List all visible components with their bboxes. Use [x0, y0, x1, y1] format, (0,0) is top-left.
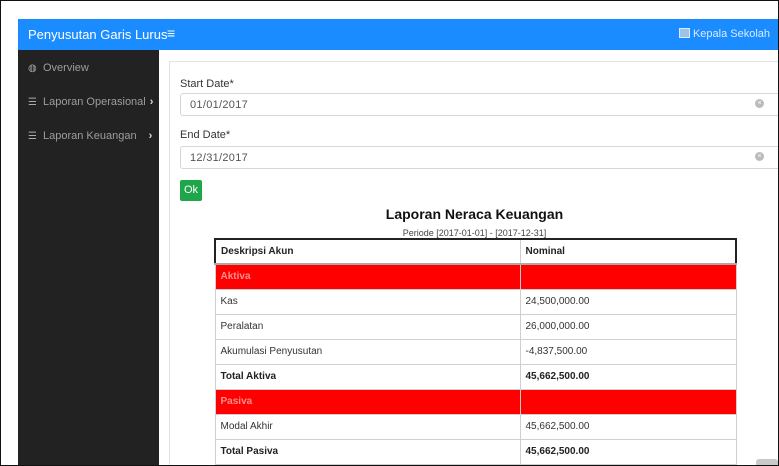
column-header-deskripsi: Deskripsi Akun [214, 238, 521, 265]
table-header-row: Deskripsi Akun Nominal [214, 238, 737, 265]
sidebar: ◍ Overview ☰ Laporan Operasional › ☰ Laporan… [18, 50, 159, 465]
report-title: Laporan Neraca Keuangan [385, 206, 564, 222]
start-date-label: Start Date* [180, 78, 234, 90]
top-navbar: Penyusutan Garis Lurus ≡ Kepala Sekolah [18, 19, 778, 50]
user-name: Kepala Sekolah [692, 28, 770, 40]
scroll-to-top-handle[interactable] [756, 459, 778, 465]
account-amount: 24,500,000.00 [519, 288, 737, 315]
account-name: Modal Akhir [214, 413, 521, 440]
table-row: Peralatan 26,000,000.00 [214, 313, 737, 340]
dashboard-icon: ◍ [28, 63, 37, 74]
ok-button[interactable]: Ok [180, 180, 202, 201]
section-label: Pasiva [214, 388, 521, 415]
column-header-nominal: Nominal [519, 238, 737, 265]
start-date-input[interactable]: 01/01/2017 × [180, 93, 778, 116]
section-value [519, 388, 737, 415]
clear-start-date-icon[interactable]: × [755, 99, 764, 108]
chevron-right-icon: › [149, 96, 154, 108]
sidebar-item-label: Overview [43, 62, 89, 74]
total-amount: 45,662,500.00 [519, 363, 737, 390]
account-amount: 26,000,000.00 [519, 313, 737, 340]
report-period: Periode [2017-01-01] - [2017-12-31] [402, 228, 547, 238]
app-window: Penyusutan Garis Lurus ≡ Kepala Sekolah … [0, 0, 779, 466]
total-label: Total Pasiva [214, 438, 521, 465]
total-row-aktiva: Total Aktiva 45,662,500.00 [214, 363, 737, 390]
total-amount: 45,662,500.00 [519, 438, 737, 465]
account-amount: -4,837,500.00 [519, 338, 737, 365]
account-name: Akumulasi Penyusutan [214, 338, 521, 365]
menu-toggle-icon[interactable]: ≡ [167, 25, 175, 41]
table-row: Kas 24,500,000.00 [214, 288, 737, 315]
clear-end-date-icon[interactable]: × [755, 152, 764, 161]
account-name: Peralatan [214, 313, 521, 340]
section-row-pasiva: Pasiva [214, 388, 737, 415]
list-icon: ☰ [28, 97, 37, 108]
sidebar-item-label: Laporan Operasional [43, 96, 146, 108]
app-brand[interactable]: Penyusutan Garis Lurus [28, 27, 167, 42]
list-icon: ☰ [28, 131, 37, 142]
sidebar-item-laporan-keuangan[interactable]: ☰ Laporan Keuangan › [28, 130, 152, 142]
sidebar-item-label: Laporan Keuangan [43, 130, 137, 142]
user-menu[interactable]: Kepala Sekolah [678, 28, 770, 40]
account-amount: 45,662,500.00 [519, 413, 737, 440]
section-row-aktiva: Aktiva [214, 263, 737, 290]
section-label: Aktiva [214, 263, 521, 290]
balance-sheet-table: Deskripsi Akun Nominal Aktiva Kas 24,500… [214, 238, 737, 465]
total-row-pasiva: Total Pasiva 45,662,500.00 [214, 438, 737, 465]
table-row: Akumulasi Penyusutan -4,837,500.00 [214, 338, 737, 365]
end-date-label: End Date* [180, 129, 231, 141]
section-value [519, 263, 737, 290]
chevron-right-icon: › [148, 130, 153, 142]
sidebar-item-overview[interactable]: ◍ Overview [28, 62, 89, 74]
total-label: Total Aktiva [214, 363, 521, 390]
sidebar-item-laporan-operasional[interactable]: ☰ Laporan Operasional › [28, 96, 153, 108]
end-date-input[interactable]: 12/31/2017 × [180, 146, 778, 169]
table-row: Modal Akhir 45,662,500.00 [214, 413, 737, 440]
account-name: Kas [214, 288, 521, 315]
start-date-value: 01/01/2017 [190, 99, 249, 111]
end-date-value: 12/31/2017 [190, 152, 249, 164]
user-icon [678, 28, 690, 38]
